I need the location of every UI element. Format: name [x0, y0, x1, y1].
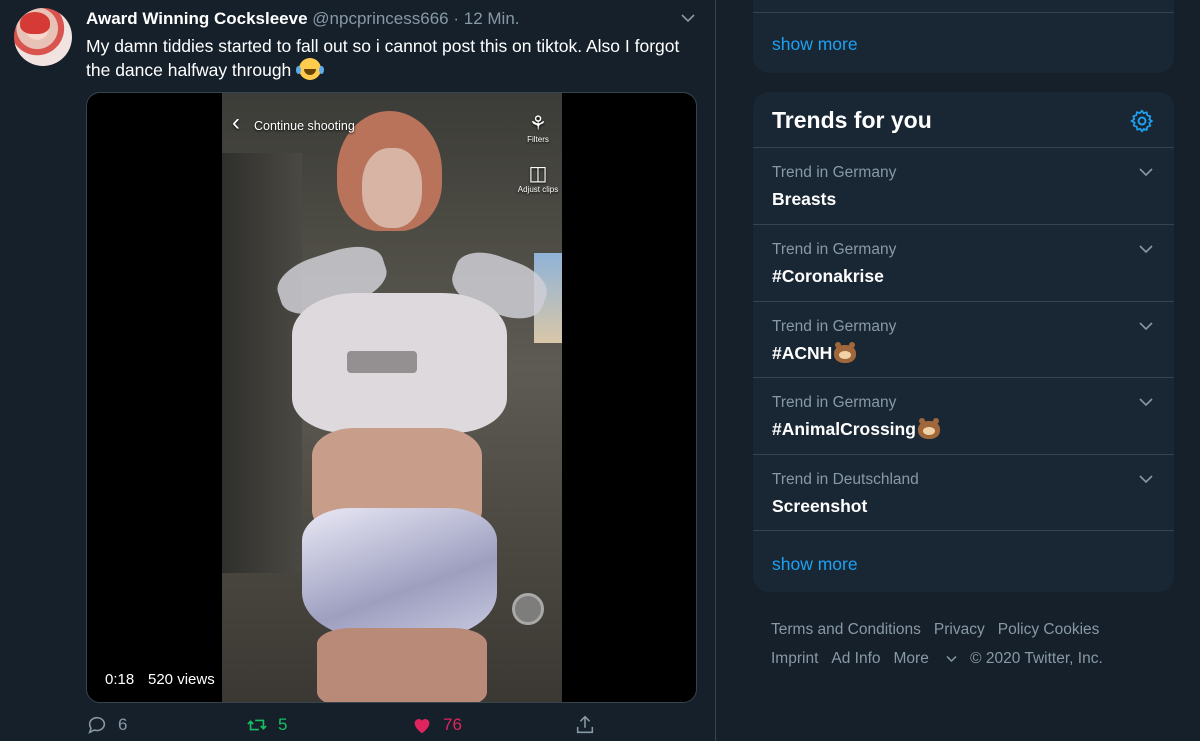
show-more-link[interactable]: show more — [772, 34, 858, 55]
chevron-down-icon[interactable] — [1138, 241, 1154, 257]
header-separator: · — [453, 9, 460, 28]
filters-icon: ⚘ Filters — [527, 113, 549, 144]
trend-item[interactable]: Trend in Germany #Coronakrise — [753, 224, 1174, 301]
gear-icon[interactable] — [1129, 108, 1155, 134]
author-handle[interactable]: @npcprincess666 — [312, 9, 448, 28]
video-frame[interactable]: Continue shooting ⚘ Filters ◫ Adjust cli… — [222, 93, 562, 702]
video-duration: 0:18 — [105, 671, 135, 688]
previous-panel: show more — [753, 0, 1174, 73]
trend-name-text: #AnimalCrossing — [772, 419, 916, 439]
trends-show-more-link[interactable]: show more — [772, 554, 858, 575]
retweet-button[interactable]: 5 — [246, 714, 287, 736]
tweet[interactable]: Award Winning Cocksleeve @npcprincess666… — [0, 0, 716, 741]
trend-name: Breasts — [772, 189, 836, 210]
footer-link-imprint[interactable]: Imprint — [771, 650, 818, 667]
reply-count: 6 — [118, 715, 128, 734]
video-player[interactable]: Continue shooting ⚘ Filters ◫ Adjust cli… — [86, 92, 697, 703]
copyright: © 2020 Twitter, Inc. — [970, 650, 1103, 667]
trend-meta: Trend in Deutschland — [772, 471, 919, 488]
chevron-down-icon[interactable] — [1138, 394, 1154, 410]
record-button-icon — [512, 593, 544, 625]
trend-name: #AnimalCrossing — [772, 417, 940, 440]
trend-meta: Trend in Germany — [772, 318, 897, 335]
tweet-time[interactable]: 12 Min. — [464, 9, 520, 28]
chevron-down-icon — [946, 655, 957, 663]
reply-button[interactable]: 6 — [86, 714, 127, 736]
chevron-down-icon[interactable] — [1138, 164, 1154, 180]
trend-item[interactable]: Trend in Germany #AnimalCrossing — [753, 377, 1174, 454]
trend-name: #ACNH — [772, 341, 857, 364]
chevron-down-icon[interactable] — [1138, 318, 1154, 334]
trend-name-text: Screenshot — [772, 496, 868, 516]
avatar[interactable] — [14, 8, 72, 66]
trend-name-text: Breasts — [772, 189, 837, 209]
trend-meta: Trend in Germany — [772, 164, 897, 181]
like-button[interactable]: 76 — [411, 714, 462, 736]
sidebar-footer: Terms and Conditions Privacy Policy Cookie… — [771, 615, 1191, 673]
laughing-emoji-icon — [296, 58, 322, 80]
share-icon — [576, 715, 594, 734]
bear-emoji-icon — [917, 417, 940, 439]
trend-meta: Trend in Germany — [772, 394, 897, 411]
like-count: 76 — [443, 715, 462, 734]
reply-icon — [88, 716, 106, 734]
share-button[interactable] — [574, 714, 596, 736]
retweet-count: 5 — [278, 715, 288, 734]
trend-meta: Trend in Germany — [772, 241, 897, 258]
retweet-icon — [247, 719, 267, 731]
footer-more-label: More — [893, 650, 929, 667]
tweet-text: My damn tiddies started to fall out so i… — [86, 34, 696, 82]
video-views: 520 views — [148, 671, 215, 688]
overlay-filters-label: Filters — [527, 135, 549, 144]
footer-link-cookies[interactable]: Policy Cookies — [998, 621, 1100, 638]
trends-panel: Trends for you Trend in Germany Breasts … — [753, 92, 1174, 592]
overlay-adjust-label: Adjust clips — [517, 185, 559, 194]
trends-title: Trends for you — [772, 107, 932, 133]
adjust-clips-icon: ◫ Adjust clips — [517, 163, 559, 194]
trend-name: #Coronakrise — [772, 266, 884, 287]
overlay-continue-shooting: Continue shooting — [232, 109, 355, 137]
tweet-text-body: My damn tiddies started to fall out so i… — [86, 36, 680, 80]
footer-more-button[interactable]: More — [894, 650, 958, 667]
tweet-header: Award Winning Cocksleeve @npcprincess666… — [86, 9, 520, 29]
trend-item[interactable]: Trend in Deutschland Screenshot — [753, 454, 1174, 531]
trend-name-text: #ACNH — [772, 343, 833, 363]
trend-name: Screenshot — [772, 496, 867, 517]
bear-emoji-icon — [834, 341, 857, 363]
tweet-actions: 6 5 76 — [86, 714, 696, 741]
heart-icon — [414, 719, 430, 734]
footer-link-ad-info[interactable]: Ad Info — [831, 650, 880, 667]
footer-link-terms[interactable]: Terms and Conditions — [771, 621, 921, 638]
trend-item[interactable]: Trend in Germany Breasts — [753, 147, 1174, 224]
footer-link-privacy[interactable]: Privacy — [934, 621, 985, 638]
trend-name-text: #Coronakrise — [772, 266, 884, 286]
author-name[interactable]: Award Winning Cocksleeve — [86, 9, 308, 28]
chevron-down-icon[interactable] — [1138, 471, 1154, 487]
trend-item[interactable]: Trend in Germany #ACNH — [753, 301, 1174, 378]
chevron-down-icon[interactable] — [680, 10, 696, 26]
